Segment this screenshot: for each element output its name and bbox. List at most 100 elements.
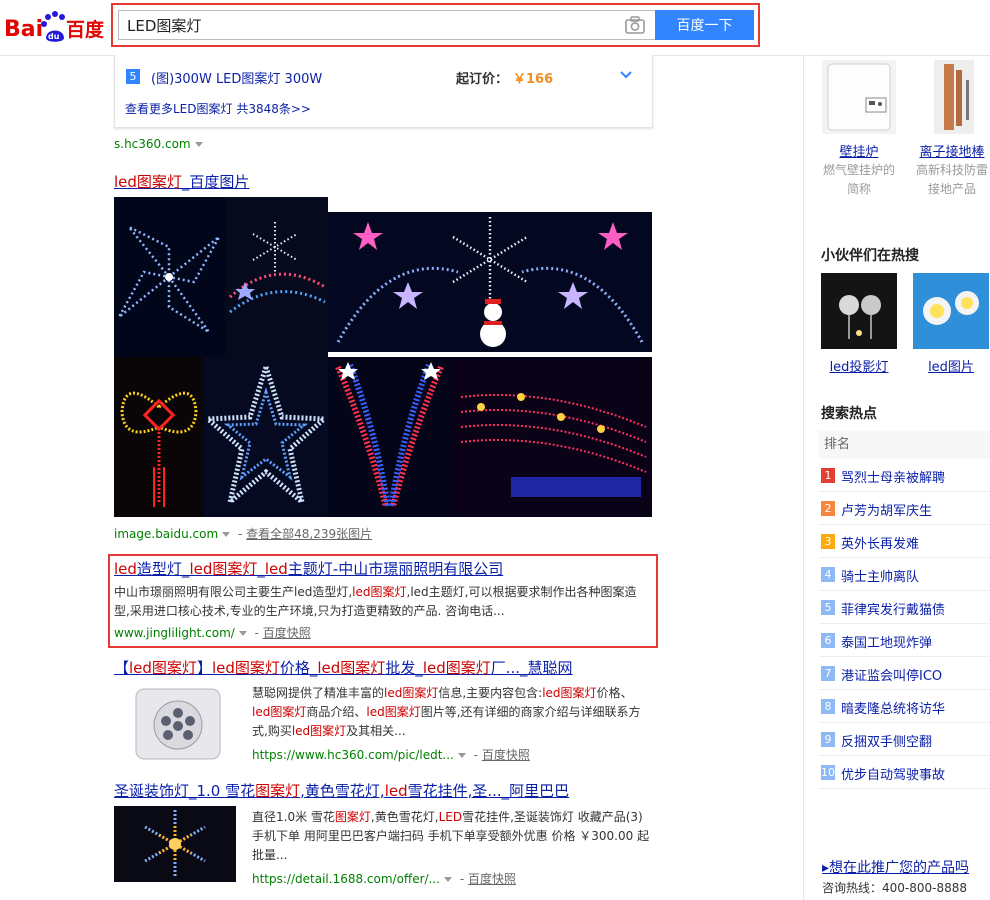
right-item-2-desc: 高新科技防雷接地产品 [915, 163, 988, 196]
abstract-text: 及其相关... [346, 724, 406, 738]
image-thumb-star[interactable] [204, 357, 328, 517]
ad-box: 5 (图)300W LED图案灯 300W 起订价： ￥166 查看更多LED图… [114, 55, 653, 128]
chevron-down-icon[interactable] [619, 69, 633, 81]
hot-item[interactable]: 9 反捆双手侧空翻 [819, 723, 990, 756]
image-thumb-snowflake-stars[interactable] [328, 212, 652, 352]
hot-item-link[interactable]: 骂烈士母亲被解聘 [841, 467, 945, 486]
partner-item-2-link[interactable]: led图片 [913, 356, 989, 375]
result-1-title[interactable]: led造型灯_led图案灯_led主题灯-中山市璟丽照明有限公司 [114, 558, 503, 579]
abstract-highlight: led图案灯 [291, 724, 347, 738]
hot-item-link[interactable]: 英外长再发难 [841, 533, 919, 552]
view-all-images-link[interactable]: 查看全部48,239张图片 [246, 527, 372, 541]
title-text: ,黄色雪花灯, [300, 782, 385, 800]
search-button[interactable]: 百度一下 [655, 10, 754, 40]
title-text: _ [257, 560, 265, 578]
result-2-title[interactable]: 【led图案灯】led图案灯价格_led图案灯批发_led图案灯厂..._慧聪网 [114, 657, 573, 678]
hot-rank-badge: 4 [821, 567, 835, 582]
image-thumb-arcs[interactable] [328, 357, 451, 517]
right-item-1-link[interactable]: 壁挂炉 [822, 141, 896, 160]
partner-item-1-link[interactable]: led投影灯 [821, 356, 897, 375]
hotline-text: 咨询热线：400-800-8888 [822, 881, 968, 895]
hot-item-link[interactable]: 泰国工地现炸弹 [841, 632, 932, 651]
top-bar: Bai du 百度 百度一下 [0, 0, 990, 56]
hot-item[interactable]: 7 港证监会叫停ICO [819, 657, 990, 690]
hot-rank-badge: 8 [821, 699, 835, 714]
thumb-wall-boiler[interactable] [822, 60, 896, 134]
image-thumb-chinese-knot[interactable] [114, 357, 204, 517]
title-highlight: led [114, 560, 137, 578]
ad-title-link[interactable]: (图)300W LED图案灯 300W [151, 68, 322, 87]
title-highlight: led图案灯 [189, 560, 258, 578]
result-3-cache-link[interactable]: 百度快照 [468, 872, 516, 886]
result-2-thumbnail[interactable] [118, 683, 238, 761]
url-dropdown-icon[interactable] [457, 753, 466, 758]
title-text: 雪花挂件,圣..._阿里巴巴 [407, 782, 570, 800]
result-2-cache-link[interactable]: 百度快照 [482, 748, 530, 762]
right-item-2-link[interactable]: 离子接地棒 [914, 141, 990, 160]
result-3-title[interactable]: 圣诞装饰灯_1.0 雪花图案灯,黄色雪花灯,led雪花挂件,圣..._阿里巴巴 [114, 780, 569, 801]
hot-rank-badge: 7 [821, 666, 835, 681]
title-highlight: led图案灯 [129, 659, 197, 677]
result-1-url: www.jinglilight.com/ [114, 626, 235, 640]
hot-item-link[interactable]: 反捆双手侧空翻 [841, 731, 932, 750]
abstract-text: 中山市璟丽照明有限公司主要生产led造型灯, [114, 585, 353, 599]
title-text: 造型灯_ [136, 560, 190, 578]
image-thumb-snowflake-arc[interactable] [225, 197, 328, 357]
ad-price: ￥166 [513, 72, 554, 87]
hot-item-link[interactable]: 骑士主帅离队 [841, 566, 919, 585]
hot-item[interactable]: 1 骂烈士母亲被解聘 [819, 459, 990, 492]
result-3-thumbnail[interactable] [114, 806, 236, 882]
promo-link[interactable]: ▸想在此推广您的产品吗 [822, 857, 969, 877]
hot-item[interactable]: 6 泰国工地现炸弹 [819, 624, 990, 657]
result-3-url: https://detail.1688.com/offer/... [252, 872, 440, 886]
thumb-ground-rod[interactable] [914, 60, 988, 134]
hot-item-link[interactable]: 菲律宾发行戴猫债 [841, 599, 945, 618]
image-result-title[interactable]: led图案灯_百度图片 [114, 171, 249, 192]
hot-item-link[interactable]: 优步自动驾驶事故 [841, 764, 945, 783]
hot-item[interactable]: 10 优步自动驾驶事故 [819, 756, 990, 789]
image-thumb-pinwheel[interactable] [114, 197, 225, 357]
hot-item[interactable]: 2 卢芳为胡军庆生 [819, 492, 990, 525]
hot-rank-badge: 10 [821, 765, 835, 780]
hot-item[interactable]: 4 骑士主帅离队 [819, 558, 990, 591]
hot-item-link[interactable]: 暗麦隆总统将访华 [841, 698, 945, 717]
hot-search-title: 搜索热点 [821, 406, 877, 422]
hot-rank-badge: 6 [821, 633, 835, 648]
title-highlight: led [384, 782, 408, 800]
abstract-text: 慧聪网提供了精准丰富的 [252, 686, 385, 700]
hot-rank-badge: 5 [821, 600, 835, 615]
hot-rank-badge: 9 [821, 732, 835, 747]
hot-rank-header: 排名 [819, 431, 990, 459]
hot-item[interactable]: 8 暗麦隆总统将访华 [819, 690, 990, 723]
url-dropdown-icon[interactable] [444, 877, 452, 882]
image-thumb-music-notes[interactable] [451, 357, 652, 517]
abstract-text: 商品介绍、 [306, 705, 367, 719]
separator: - [234, 527, 247, 541]
abstract-text: 信息,主要内容包含: [438, 686, 543, 700]
hot-item-link[interactable]: 卢芳为胡军庆生 [841, 500, 932, 519]
title-text: 价格_ [279, 659, 318, 677]
baidu-logo[interactable]: Bai du 百度 [4, 8, 106, 46]
image-grid [114, 197, 654, 517]
search-box-highlight: 百度一下 [111, 3, 760, 47]
title-highlight: led [264, 560, 288, 578]
abstract-highlight: led图案灯 [384, 686, 439, 700]
thumb-led-projector[interactable] [821, 273, 897, 349]
url-dropdown-icon[interactable] [238, 631, 247, 636]
separator: - [456, 872, 468, 886]
abstract-text: ,黄色雪花灯, [370, 810, 439, 824]
ad-price-label: 起订价： [456, 72, 509, 87]
camera-icon[interactable] [623, 14, 647, 36]
abstract-highlight: led图案灯 [352, 585, 407, 599]
hot-item-link[interactable]: 港证监会叫停ICO [841, 665, 942, 684]
hot-item[interactable]: 5 菲律宾发行戴猫债 [819, 591, 990, 624]
url-dropdown-icon[interactable] [194, 142, 203, 147]
result-1-cache-link[interactable]: 百度快照 [263, 626, 311, 640]
title-text: 主题灯-中山市璟丽照明有限公司 [287, 560, 504, 578]
hot-item[interactable]: 3 英外长再发难 [819, 525, 990, 558]
image-result-url: image.baidu.com [114, 527, 219, 541]
url-dropdown-icon[interactable] [222, 532, 231, 537]
thumb-led-chip[interactable] [913, 273, 989, 349]
ad-more-link[interactable]: 查看更多LED图案灯 共3848条>> [125, 100, 311, 117]
search-input[interactable] [118, 10, 658, 40]
